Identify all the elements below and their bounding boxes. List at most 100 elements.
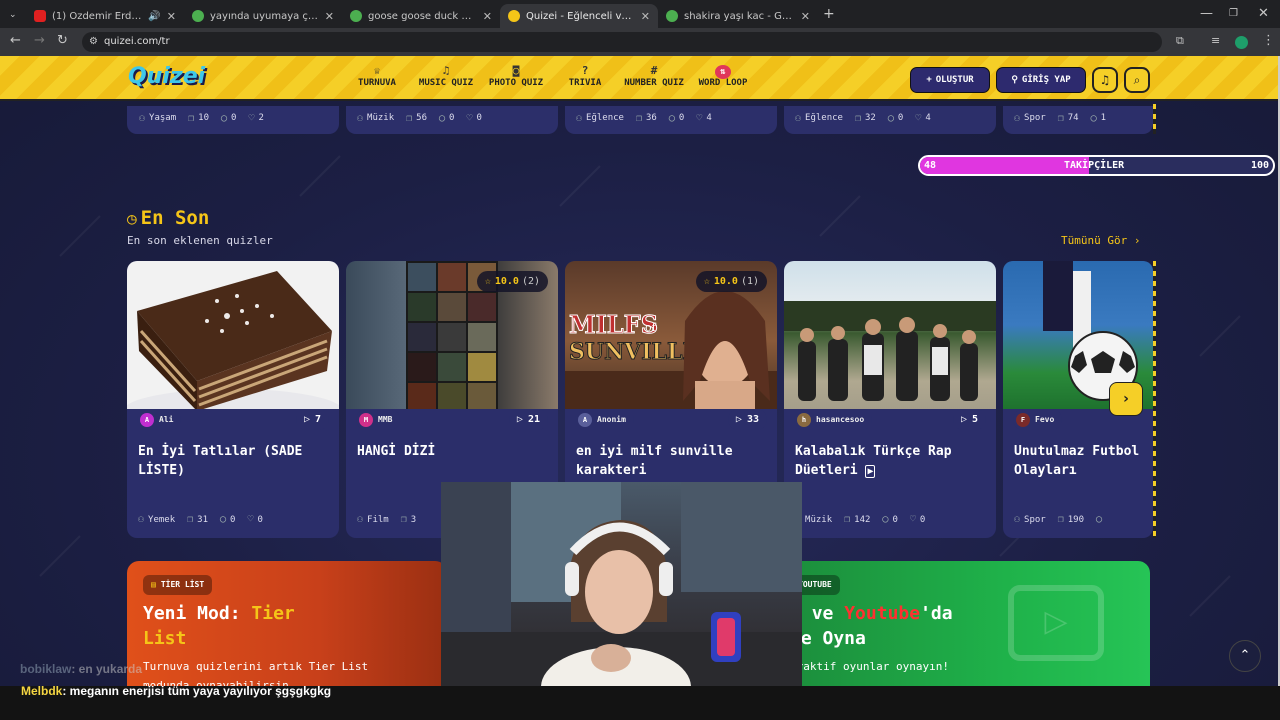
tab-title: yayında uyumaya çalışan kadın — [210, 10, 319, 22]
quizei-logo[interactable]: Quizei — [128, 64, 205, 89]
notifications-button[interactable]: ♫ — [1092, 67, 1118, 93]
comment-icon: ◯ — [1096, 514, 1103, 525]
heart-icon: ♡ — [909, 514, 916, 525]
quizei-favicon-icon — [508, 10, 520, 22]
questions-icon: ❐ — [187, 514, 194, 525]
search-icon: ⌕ — [1133, 73, 1141, 87]
category-label: Yaşam — [149, 113, 177, 123]
plus-icon: + — [926, 75, 932, 85]
scroll-to-top-button[interactable]: ⌃ — [1229, 640, 1261, 672]
rating-badge: ☆ 10.0 (1) — [695, 271, 767, 292]
author-chip[interactable]: M MMB — [356, 409, 401, 430]
category-icon: ⚇ — [795, 112, 802, 124]
browser-tab[interactable]: (1) Özdemir Erdoğan - Gurbet 🔊 ✕ — [26, 4, 184, 28]
profile-avatar[interactable] — [1235, 36, 1248, 49]
questions-icon: ❐ — [1057, 514, 1064, 525]
quiz-title[interactable]: En İyi Tatlılar (SADE LİSTE) — [138, 442, 330, 480]
tab-search-icon[interactable]: ⌄ — [9, 7, 17, 23]
author-chip[interactable]: h hasancesoo — [794, 409, 873, 430]
comments-count: 0 — [678, 113, 685, 123]
see-all-link[interactable]: Tümünü Gör › — [1061, 234, 1140, 247]
site-info-icon[interactable]: ⚙ — [89, 36, 98, 47]
section-subtitle: En son eklenen quizler — [127, 234, 273, 247]
back-icon[interactable]: ← — [10, 33, 21, 49]
quiz-card[interactable]: A Ali ▷ 7 En İyi Tatlılar (SADE LİSTE) ⚇ Ye… — [127, 261, 339, 538]
webcam-feed-image — [441, 482, 802, 686]
followers-current: 48 — [924, 160, 937, 171]
questions-count: 142 — [854, 514, 871, 525]
create-button[interactable]: + OLUŞTUR — [910, 67, 990, 93]
author-chip[interactable]: A Ali — [137, 409, 182, 430]
quiz-card[interactable]: h hasancesoo ▷ 5 Kalabalık Türkçe Rap Düet… — [784, 261, 996, 538]
browser-tab-active[interactable]: Quizei - Eğlenceli ve etkileşimli ✕ — [500, 4, 658, 28]
comment-icon: ◯ — [221, 112, 228, 124]
comments-count: 0 — [897, 113, 904, 123]
quiz-title[interactable]: Unutulmaz Futbol Olayları — [1014, 442, 1153, 480]
nav-word-loop[interactable]: ⇅ WORD LOOP — [697, 64, 749, 88]
nav-trivia[interactable]: ? TRIVIA — [566, 64, 604, 88]
menu-icon[interactable]: ⋮ — [1262, 33, 1275, 49]
chocolate-cake-image — [127, 271, 339, 433]
streamer-webcam-overlay — [441, 482, 802, 686]
forward-icon[interactable]: → — [34, 33, 45, 49]
url-input[interactable]: quizei.com/tr — [82, 32, 1162, 52]
google-favicon-icon — [350, 10, 362, 22]
chevron-right-icon: › — [1133, 234, 1141, 247]
extensions-icon[interactable]: ⧉ — [1176, 33, 1184, 49]
author-name: Anonim — [597, 415, 626, 424]
nav-number-quiz[interactable]: # NUMBER QUIZ — [622, 64, 686, 88]
heart-icon: ♡ — [696, 112, 703, 124]
avatar: h — [797, 412, 811, 427]
questions-icon: ❐ — [1057, 112, 1064, 124]
nav-music-quiz[interactable]: ♫ MUSIC QUIZ — [416, 64, 476, 88]
author-chip[interactable]: A Anonim — [575, 409, 634, 430]
carousel-next-button[interactable]: › — [1109, 382, 1143, 416]
close-icon[interactable]: ✕ — [483, 10, 492, 23]
chat-message: Melbdk: meganın enerjisi tüm yaya yayılı… — [21, 684, 331, 698]
quiz-title[interactable]: HANGİ DİZİ — [357, 442, 549, 461]
hazard-stripe — [1153, 104, 1156, 134]
search-button[interactable]: ⌕ — [1124, 67, 1150, 93]
list-icon: ▤ — [151, 580, 156, 589]
login-button[interactable]: ⚲ GİRİŞ YAP — [996, 67, 1086, 93]
browser-tab-bar: ⌄ (1) Özdemir Erdoğan - Gurbet 🔊 ✕ yayın… — [0, 0, 1280, 28]
quiz-stats: ⚇ Eğlence ❐ 32 ◯ 0 ♡ 4 — [795, 110, 943, 126]
quiz-stats: ⚇ Yemek ❐ 31 ◯ 0 ♡ 0 — [138, 514, 338, 525]
questions-count: 32 — [865, 113, 876, 123]
minimize-icon[interactable]: — — [1200, 6, 1213, 22]
quiz-thumbnail — [784, 261, 996, 421]
followers-label: TAKİPÇİLER — [1064, 160, 1125, 171]
new-tab-button[interactable]: + — [823, 6, 835, 22]
browser-tab[interactable]: goose goose duck oyun nasıl oynanır ✕ — [342, 4, 500, 28]
restore-icon[interactable]: ❐ — [1229, 6, 1238, 22]
reload-icon[interactable]: ↻ — [57, 33, 68, 49]
likes-count: 0 — [476, 113, 482, 123]
browser-tab[interactable]: shakira yaşı kac - Google'da Ara ✕ — [658, 4, 818, 28]
followers-progress-bar: 48 TAKİPÇİLER 100 — [918, 155, 1275, 176]
nav-photo-quiz[interactable]: ◙ PHOTO QUIZ — [486, 64, 546, 88]
close-icon[interactable]: ✕ — [167, 10, 176, 23]
category-icon: ⚇ — [1014, 112, 1021, 124]
close-icon[interactable]: ✕ — [641, 10, 650, 23]
browser-tab[interactable]: yayında uyumaya çalışan kadın ✕ — [184, 4, 342, 28]
author-chip[interactable]: F Fevo — [1013, 409, 1063, 430]
chat-text: : meganın enerjisi tüm yaya yayılıyor şg… — [62, 684, 332, 698]
followers-goal: 100 — [1250, 160, 1269, 171]
quiz-title[interactable]: Kalabalık Türkçe Rap Düetleri ▶ — [795, 442, 987, 481]
nav-turnuva[interactable]: ♕ TURNUVA — [357, 64, 397, 88]
quiz-stats: ⚇ Eğlence ❐ 36 ◯ 0 ♡ 4 — [576, 110, 724, 126]
close-icon[interactable]: ✕ — [325, 10, 334, 23]
questions-icon: ❐ — [635, 112, 642, 124]
comment-icon: ◯ — [882, 514, 889, 525]
quiz-title[interactable]: en iyi milf sunville karakteri — [576, 442, 768, 480]
category-label: Spor — [1024, 113, 1046, 123]
questions-icon: ❐ — [844, 514, 851, 525]
window-close-icon[interactable]: ✕ — [1258, 6, 1269, 22]
play-icon: ▷ — [516, 414, 523, 425]
comment-icon: ◯ — [1090, 112, 1097, 124]
media-icon[interactable]: ≡ — [1211, 33, 1220, 49]
author-name: MMB — [378, 415, 393, 424]
close-icon[interactable]: ✕ — [801, 10, 810, 23]
likes-count: 4 — [925, 113, 931, 123]
tab-title: Quizei - Eğlenceli ve etkileşimli — [526, 10, 635, 22]
